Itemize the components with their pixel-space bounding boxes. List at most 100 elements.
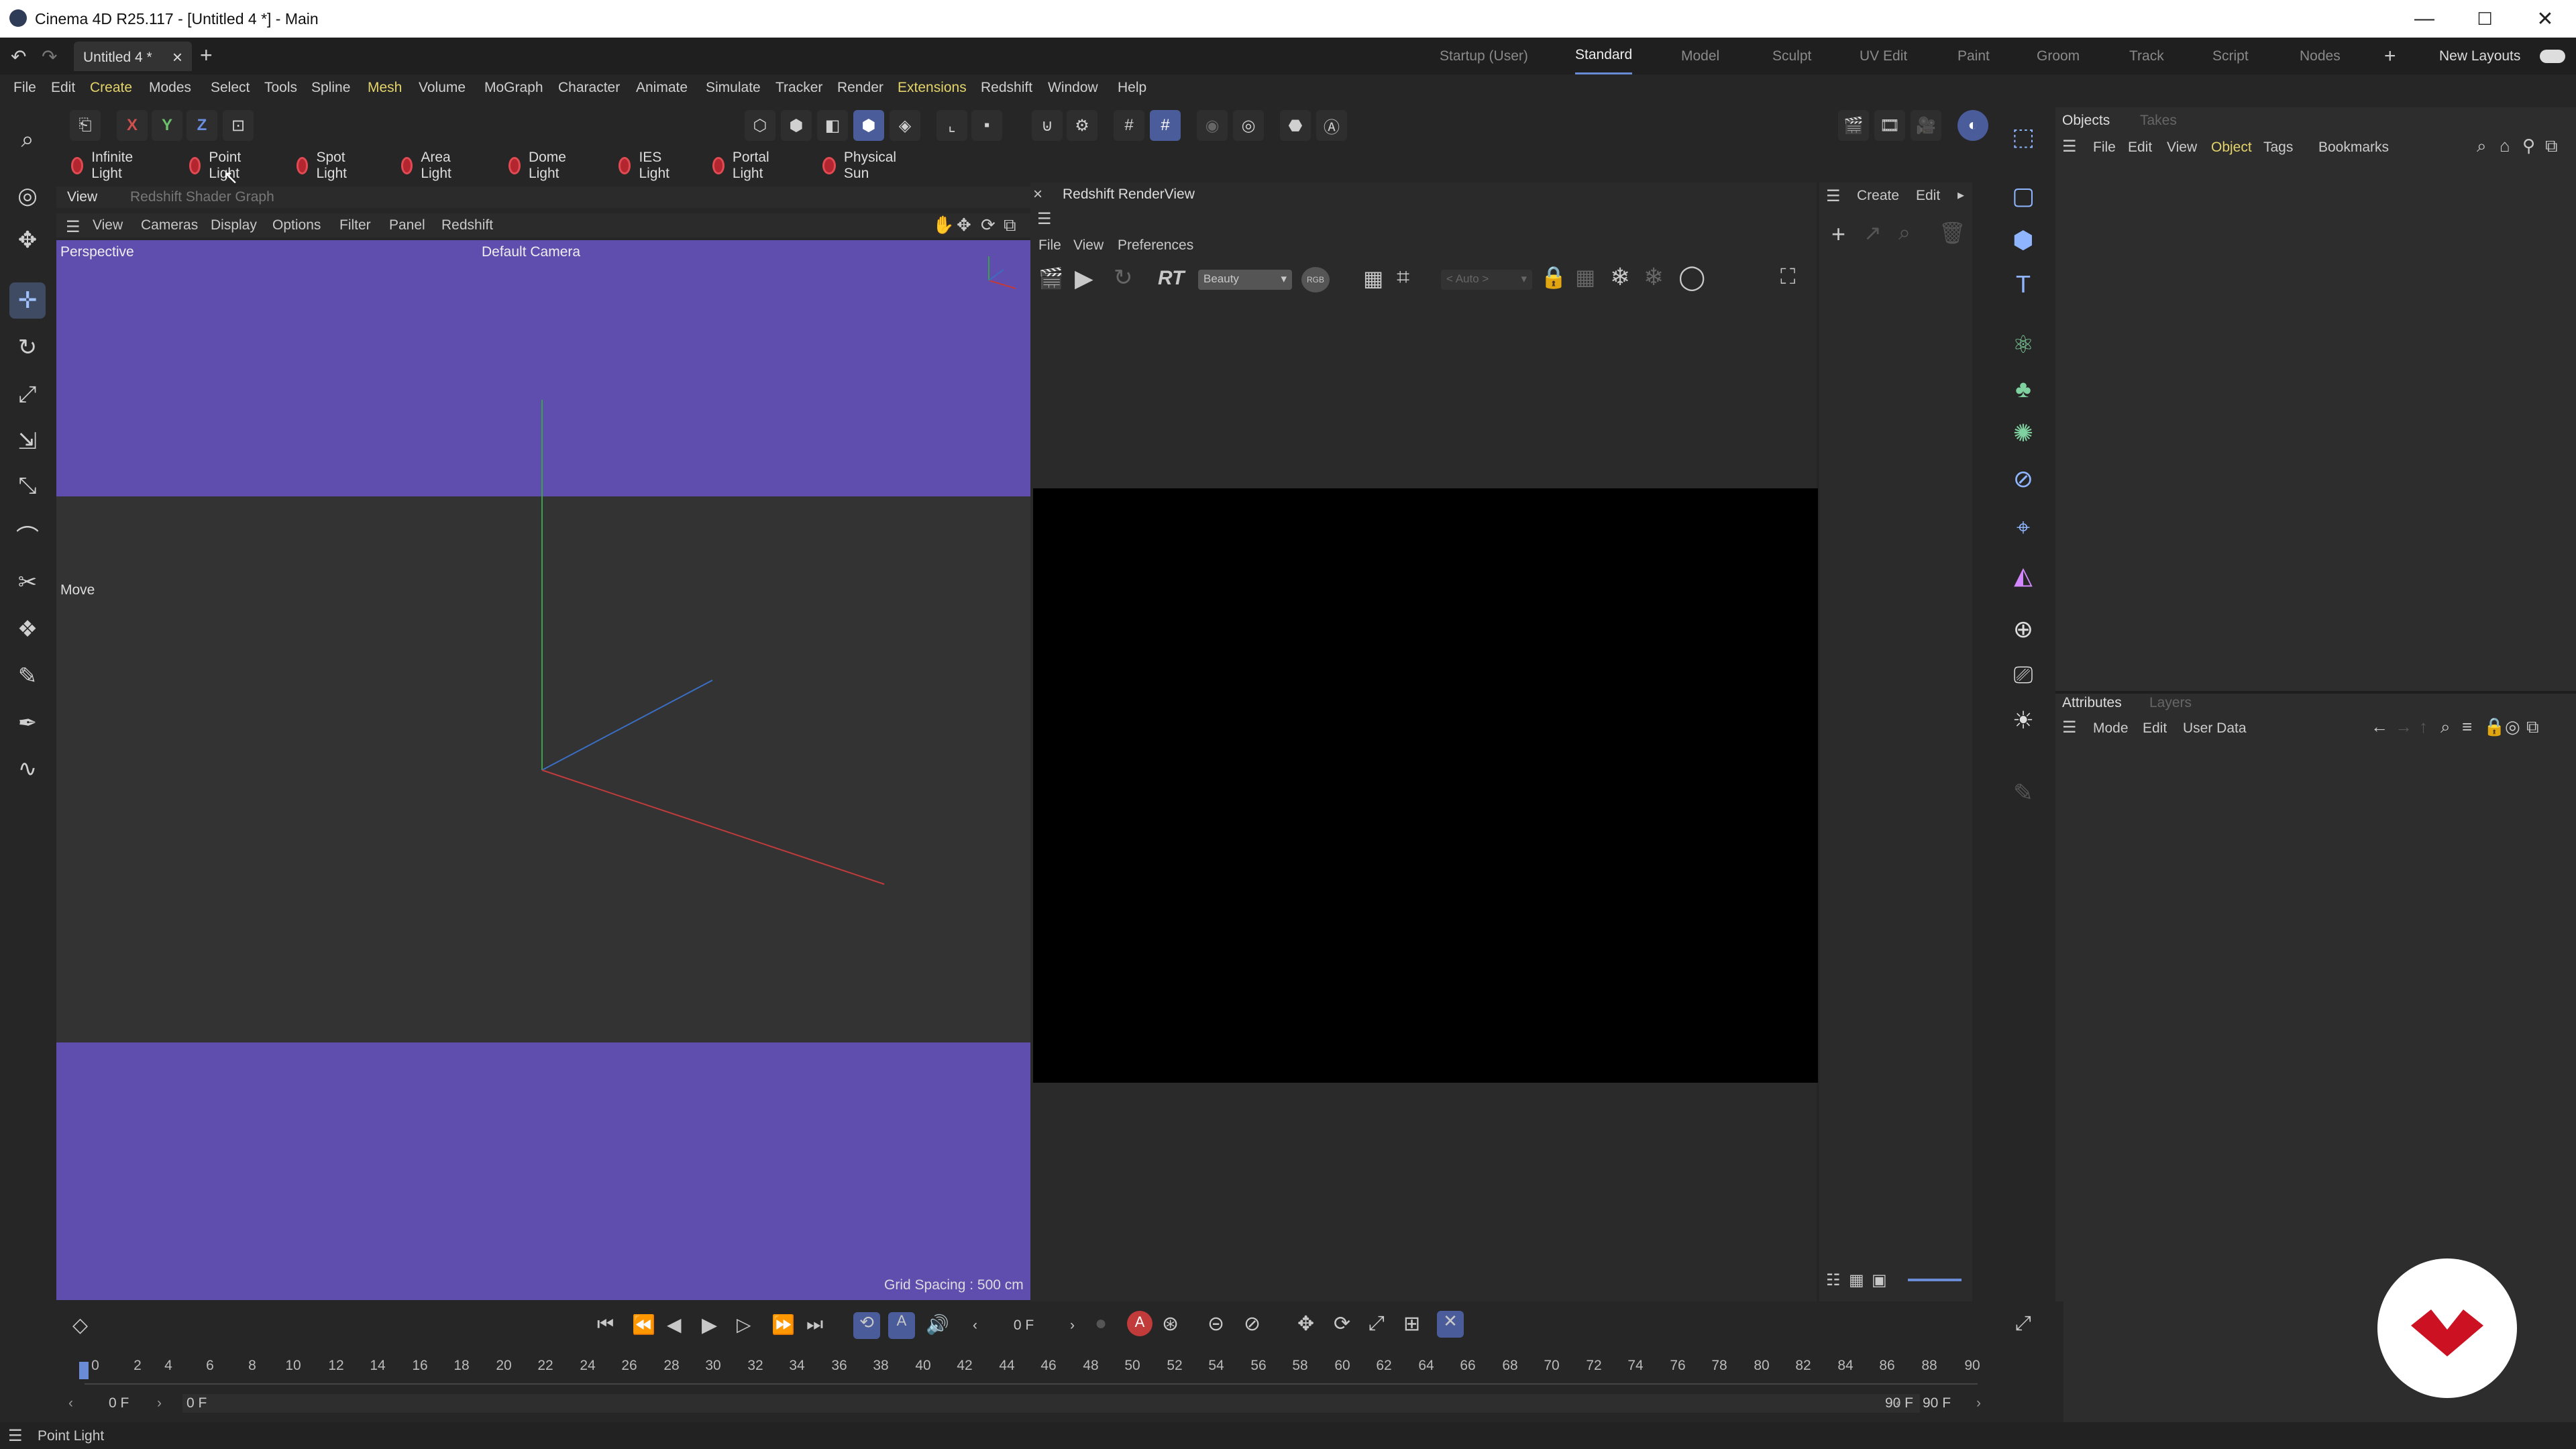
cube-primitive-icon[interactable]: ⬢ [2004, 221, 2042, 259]
forward-arrow-icon[interactable]: → [2395, 716, 2412, 737]
vp-menu-redshift[interactable]: Redshift [441, 217, 493, 233]
layout-uv-edit[interactable]: UV Edit [1860, 38, 1907, 74]
generator-icon[interactable]: ⚛ [2004, 326, 2042, 364]
autokey-range-icon[interactable]: A [888, 1312, 915, 1339]
brush-tool-icon[interactable]: ✎ [9, 658, 46, 694]
menu-window[interactable]: Window [1048, 80, 1098, 96]
attributes-hamburger-icon[interactable]: ☰ [2062, 718, 2077, 737]
attr-lock-icon[interactable]: 🔒 [2483, 716, 2505, 737]
edit-render-settings-icon[interactable]: 🎥 [1911, 110, 1941, 141]
layout-nodes[interactable]: Nodes [2300, 38, 2341, 74]
eyedropper-icon[interactable]: ⌕ [1898, 220, 1911, 246]
pan-view-icon[interactable]: ✋ [932, 215, 954, 235]
list-view-icon[interactable]: ☷ [1826, 1271, 1841, 1290]
redshift-ipr-icon[interactable]: ◐ [1957, 110, 1988, 141]
close-window-button[interactable]: ✕ [2516, 0, 2575, 38]
undo-icon[interactable]: ↶ [11, 46, 26, 68]
render-region-icon[interactable]: ◉ [1197, 110, 1228, 141]
camera-object-icon[interactable]: ⎚ [2004, 656, 2042, 694]
physical-sun-button[interactable]: Physical Sun [822, 150, 900, 181]
more-arrow-icon[interactable]: ▸ [1957, 186, 1964, 203]
magnet-icon[interactable]: ⊍ [1032, 110, 1063, 141]
add-layout-icon[interactable]: + [2384, 38, 2396, 74]
crop-region-icon[interactable]: ⌗ [1397, 264, 1409, 290]
realtime-toggle[interactable]: RT [1158, 267, 1184, 290]
deformer-icon[interactable]: ⊘ [2004, 460, 2042, 498]
new-window-icon[interactable]: ⧉ [2545, 136, 2558, 157]
spline-object-icon[interactable]: ▢ [2004, 177, 2042, 215]
axis-scale-icon[interactable]: ⤡ [9, 468, 46, 504]
menu-tools[interactable]: Tools [264, 80, 297, 96]
loop-icon[interactable]: ⟲ [853, 1312, 880, 1339]
menu-character[interactable]: Character [558, 80, 620, 96]
points-mode-icon[interactable]: ⬡ [745, 110, 775, 141]
obj-menu-object[interactable]: Object [2211, 140, 2252, 156]
knife-tool-icon[interactable]: ✂ [9, 564, 46, 600]
snap-tool-icon[interactable]: ⌒ [9, 517, 46, 553]
edges-mode-icon[interactable]: ⬢ [781, 110, 812, 141]
render-canvas[interactable] [1033, 488, 1818, 1083]
current-frame-field[interactable]: ‹ 0 F › [970, 1311, 1077, 1339]
new-layouts-button[interactable]: New Layouts [2439, 38, 2520, 74]
menu-volume[interactable]: Volume [419, 80, 466, 96]
layout-model[interactable]: Model [1681, 38, 1719, 74]
pen-tool-icon[interactable]: ✒ [9, 705, 46, 741]
infinite-light-button[interactable]: Infinite Light [71, 150, 138, 181]
viewport-render-icon[interactable]: ⬣ [1280, 110, 1311, 141]
layout-toggle[interactable] [2540, 50, 2565, 63]
document-tab[interactable]: Untitled 4 * × [74, 42, 192, 71]
texture-mode-icon[interactable]: ◈ [890, 110, 920, 141]
next-key-icon[interactable]: ⏩ [771, 1313, 795, 1336]
vp-menu-options[interactable]: Options [272, 217, 321, 233]
rv-menu-preferences[interactable]: Preferences [1118, 237, 1193, 254]
maximize-view-icon[interactable]: ⧉ [1004, 215, 1016, 236]
rv-menu-view[interactable]: View [1073, 237, 1104, 254]
rv-menu-file[interactable]: File [1038, 237, 1061, 254]
tab-layers[interactable]: Layers [2149, 695, 2192, 711]
freeze-icon[interactable]: ❄ [1610, 263, 1630, 291]
range-slider[interactable]: 0 F 90 F [182, 1394, 1920, 1413]
vp-menu-filter[interactable]: Filter [339, 217, 371, 233]
attr-menu-user-data[interactable]: User Data [2183, 720, 2247, 737]
tab-objects[interactable]: Objects [2062, 113, 2110, 129]
menu-simulate[interactable]: Simulate [706, 80, 761, 96]
axis-x-toggle[interactable]: X [117, 110, 148, 141]
live-selection-icon[interactable]: ✥ [9, 222, 46, 258]
go-to-start-icon[interactable]: ⏮ [597, 1313, 614, 1336]
menu-mograph[interactable]: MoGraph [484, 80, 543, 96]
move-view-icon[interactable]: ✥ [957, 215, 971, 235]
range-right-arrow-icon[interactable]: › [1976, 1395, 1981, 1411]
cube-object-icon[interactable]: ⬚ [2004, 118, 2042, 156]
rotate-tool-icon[interactable]: ↻ [9, 329, 46, 366]
snapshot-select[interactable]: < Auto > ▾ [1441, 270, 1532, 290]
obj-menu-edit[interactable]: Edit [2128, 140, 2152, 156]
refresh-render-icon[interactable]: ↻ [1114, 264, 1133, 291]
snap-settings-icon[interactable]: ⚙ [1067, 110, 1097, 141]
tab-takes[interactable]: Takes [2140, 113, 2177, 129]
menu-render[interactable]: Render [837, 80, 883, 96]
maximize-button[interactable]: ☐ [2455, 0, 2514, 38]
workplane-snap-icon[interactable]: # [1150, 110, 1181, 141]
layout-script[interactable]: Script [2212, 38, 2249, 74]
lock-icon[interactable]: 🔒 [1540, 264, 1567, 290]
range-handle-left-icon[interactable]: › [157, 1395, 162, 1411]
tab-attributes[interactable]: Attributes [2062, 695, 2122, 711]
link-icon[interactable]: ↗ [1864, 220, 1882, 246]
play-icon[interactable]: ▶ [702, 1313, 717, 1337]
spot-light-button[interactable]: Spot Light [297, 150, 353, 181]
close-tab-icon[interactable]: × [172, 47, 182, 68]
attr-menu-edit[interactable]: Edit [2143, 720, 2167, 737]
attr-new-window-icon[interactable]: ⧉ [2526, 716, 2539, 738]
size-slider[interactable] [1908, 1279, 1962, 1281]
keyframe-settings-icon[interactable]: ⊛ [1162, 1312, 1179, 1336]
ies-light-button[interactable]: IES Light [619, 150, 675, 181]
redo-icon[interactable]: ↷ [42, 46, 57, 68]
grid-overlay-icon[interactable]: ▦ [1363, 266, 1383, 291]
layout-track[interactable]: Track [2129, 38, 2164, 74]
autokey-icon[interactable]: A [1127, 1311, 1152, 1336]
coordinate-system-icon[interactable]: ⊡ [223, 110, 254, 141]
back-arrow-icon[interactable]: ← [2371, 716, 2388, 737]
cloner-icon[interactable]: ♣ [2004, 370, 2042, 408]
vp-menu-view[interactable]: View [93, 217, 123, 233]
point-level-animation-icon[interactable]: ✕ [1437, 1311, 1464, 1338]
